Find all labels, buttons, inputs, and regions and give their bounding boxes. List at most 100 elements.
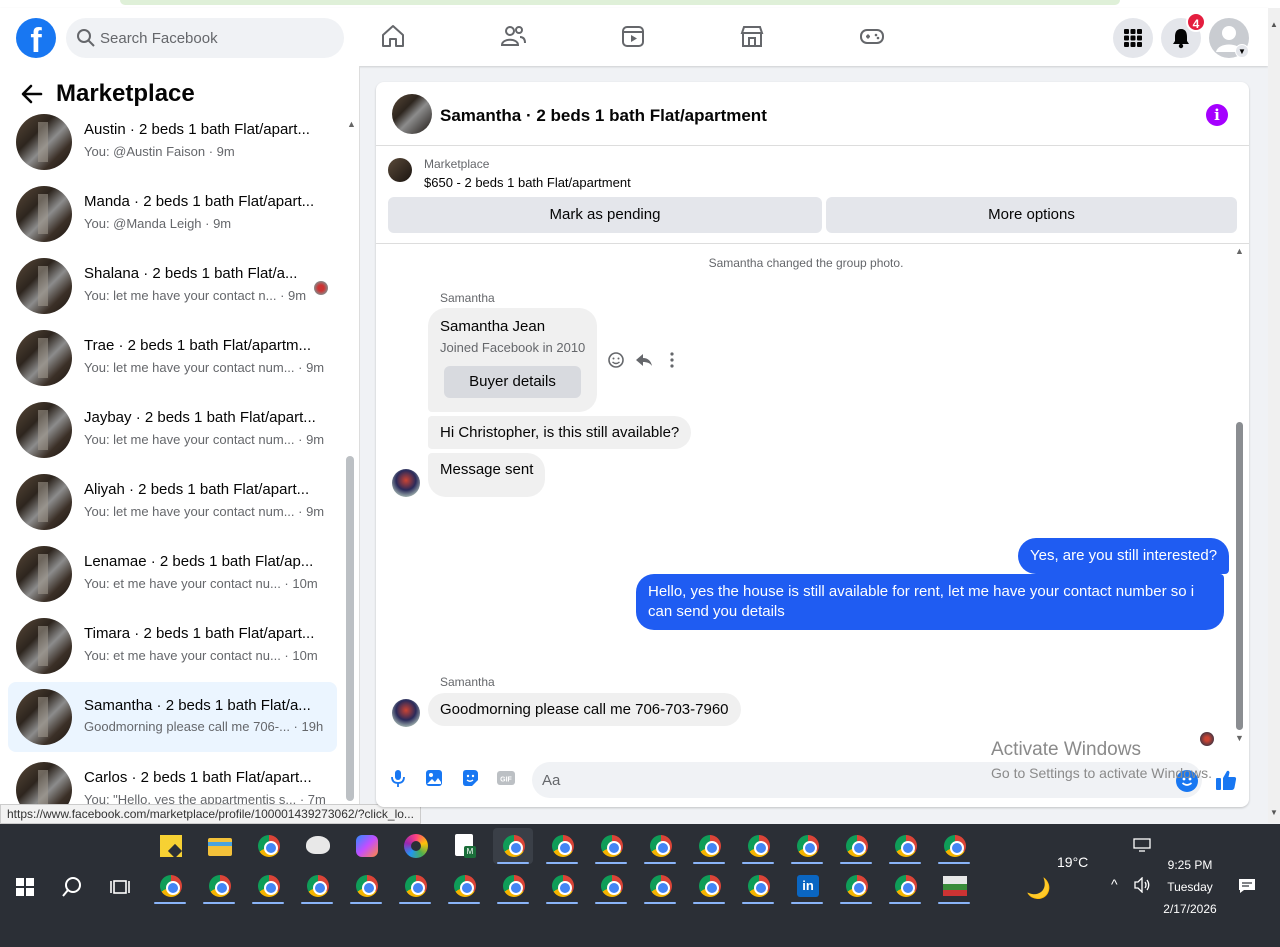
taskbar-linkedin[interactable]: in: [787, 868, 827, 904]
sticker-icon[interactable]: [460, 768, 480, 788]
message-bubble[interactable]: Hi Christopher, is this still available?: [428, 416, 692, 449]
gif-icon[interactable]: GIF: [496, 768, 516, 788]
taskbar-chrome-profile[interactable]: [248, 868, 288, 904]
notifications-center-icon[interactable]: [1238, 878, 1256, 894]
conversation-trae[interactable]: Trae · 2 beds 1 bath Flat/apartm... You: …: [8, 326, 337, 390]
buyer-name: Samantha Jean: [440, 318, 546, 335]
scroll-up-arrow[interactable]: ▲: [1235, 246, 1244, 256]
conversation-name: Aliyah · 2 beds 1 bath Flat/apart...: [84, 481, 310, 498]
conversation-samantha[interactable]: Samantha · 2 beds 1 bath Flat/a... Goodmo…: [8, 682, 337, 752]
my-message-bubble[interactable]: Hello, yes the house is still available …: [636, 574, 1224, 630]
conversation-austin[interactable]: Austin · 2 beds 1 bath Flat/apart... You:…: [8, 110, 337, 174]
windows-start-icon[interactable]: [16, 878, 34, 896]
taskbar-chrome-profile[interactable]: [885, 828, 925, 864]
conversation-jaybay[interactable]: Jaybay · 2 beds 1 bath Flat/apart... You:…: [8, 398, 337, 462]
image-icon[interactable]: [424, 768, 444, 788]
reply-icon[interactable]: [634, 350, 654, 370]
like-icon[interactable]: [1214, 768, 1238, 792]
gaming-icon[interactable]: [858, 22, 886, 50]
taskbar-chrome-profile[interactable]: [297, 868, 337, 904]
more-actions-icon[interactable]: [662, 350, 682, 370]
back-arrow-icon[interactable]: [20, 82, 44, 106]
taskbar-chrome-profile[interactable]: [836, 868, 876, 904]
emoji-react-icon[interactable]: [606, 350, 626, 370]
friends-icon[interactable]: [499, 22, 527, 50]
taskbar-chrome[interactable]: [248, 828, 288, 864]
conversation-carlos[interactable]: Carlos · 2 beds 1 bath Flat/apart... You:…: [8, 758, 337, 804]
weather-temperature[interactable]: 19°C: [1057, 854, 1088, 870]
chat-title[interactable]: Samantha · 2 beds 1 bath Flat/apartment: [440, 106, 767, 126]
search-input[interactable]: [100, 18, 330, 58]
taskbar-chrome-profile[interactable]: [542, 828, 582, 864]
conversation-timara[interactable]: Timara · 2 beds 1 bath Flat/apart... You:…: [8, 614, 337, 678]
taskbar-copilot[interactable]: [346, 828, 386, 864]
mark-as-pending-button[interactable]: Mark as pending: [388, 197, 822, 233]
sidebar-scrollbar[interactable]: [346, 456, 354, 801]
my-message-bubble[interactable]: Yes, are you still interested?: [1018, 538, 1230, 574]
taskbar-chrome-profile[interactable]: [444, 868, 484, 904]
conversation-shalana[interactable]: Shalana · 2 beds 1 bath Flat/a... You: le…: [8, 254, 337, 318]
message-bubble[interactable]: Message sent: [428, 453, 546, 497]
chat-header: Samantha · 2 beds 1 bath Flat/apartment …: [376, 82, 1249, 146]
info-icon[interactable]: i: [1206, 104, 1228, 126]
taskbar-chrome-profile[interactable]: [885, 868, 925, 904]
task-view-icon[interactable]: [110, 877, 130, 897]
chat-scrollbar[interactable]: [1236, 422, 1243, 730]
video-icon[interactable]: [619, 22, 647, 50]
conversation-snippet: You: let me have your contact num... · 9…: [84, 360, 325, 375]
taskbar-notepad[interactable]: M: [444, 828, 484, 864]
menu-button[interactable]: [1113, 18, 1153, 58]
message-bubble[interactable]: Goodmorning please call me 706-703-7960: [428, 693, 741, 726]
marketplace-icon[interactable]: [738, 22, 766, 50]
volume-icon[interactable]: [1133, 877, 1151, 893]
taskbar-chrome-profile[interactable]: [493, 828, 533, 864]
taskbar-photos[interactable]: [395, 828, 435, 864]
clock-date: 2/17/2026: [1163, 902, 1217, 916]
scroll-down-arrow[interactable]: ▼: [1235, 733, 1244, 743]
taskbar-chrome-profile[interactable]: [542, 868, 582, 904]
taskbar-chrome-profile[interactable]: [346, 868, 386, 904]
status-bar-url: https://www.facebook.com/marketplace/pro…: [0, 804, 421, 824]
taskbar-chrome-profile[interactable]: [689, 868, 729, 904]
taskbar-file-explorer[interactable]: [199, 828, 239, 864]
taskbar-chrome-profile[interactable]: [738, 828, 778, 864]
taskbar-chrome-profile[interactable]: [640, 868, 680, 904]
taskbar-search-icon[interactable]: [61, 876, 83, 898]
sender-avatar[interactable]: [392, 699, 420, 727]
conversation-lenamae[interactable]: Lenamae · 2 beds 1 bath Flat/ap... You: e…: [8, 542, 337, 606]
taskbar-clock[interactable]: 9:25 PM Tuesday 2/17/2026: [1150, 854, 1230, 920]
taskbar-chrome-profile[interactable]: [199, 868, 239, 904]
taskbar-chrome-profile[interactable]: [493, 868, 533, 904]
network-icon[interactable]: [1133, 838, 1151, 852]
conversation-aliyah[interactable]: Aliyah · 2 beds 1 bath Flat/apart... You:…: [8, 470, 337, 534]
chevron-up-icon[interactable]: ^: [1111, 876, 1118, 892]
account-avatar[interactable]: ▼: [1209, 18, 1249, 58]
taskbar-chrome-profile[interactable]: [591, 868, 631, 904]
sender-avatar[interactable]: [392, 469, 420, 497]
more-options-button[interactable]: More options: [826, 197, 1237, 233]
taskbar-chrome-profile[interactable]: [640, 828, 680, 864]
buyer-details-button[interactable]: Buyer details: [444, 366, 581, 398]
taskbar-paint[interactable]: [297, 828, 337, 864]
taskbar-chrome-profile[interactable]: [787, 828, 827, 864]
conversation-manda[interactable]: Manda · 2 beds 1 bath Flat/apart... You: …: [8, 182, 337, 246]
search-box[interactable]: [66, 18, 344, 58]
taskbar-chrome-profile[interactable]: [689, 828, 729, 864]
facebook-logo[interactable]: f: [16, 18, 56, 58]
taskbar-chrome-profile[interactable]: [150, 868, 190, 904]
listing-title[interactable]: $650 - 2 beds 1 bath Flat/apartment: [424, 175, 631, 190]
moon-weather-icon[interactable]: 🌙: [1026, 876, 1051, 901]
taskbar-chrome-profile[interactable]: [591, 828, 631, 864]
taskbar-chrome-profile[interactable]: [395, 868, 435, 904]
taskbar-sticky-notes[interactable]: [150, 828, 190, 864]
listing-thumbnail[interactable]: [388, 158, 412, 182]
chat-avatar[interactable]: [392, 94, 432, 134]
taskbar-image-viewer[interactable]: [934, 868, 974, 904]
microphone-icon[interactable]: [388, 768, 408, 788]
home-icon[interactable]: [379, 22, 407, 50]
taskbar-chrome-profile[interactable]: [738, 868, 778, 904]
taskbar-chrome-profile[interactable]: [934, 828, 974, 864]
taskbar-chrome-profile[interactable]: [836, 828, 876, 864]
page-scrollbar[interactable]: ▲ ▼: [1268, 8, 1280, 823]
scroll-up-arrow[interactable]: ▲: [347, 119, 356, 129]
